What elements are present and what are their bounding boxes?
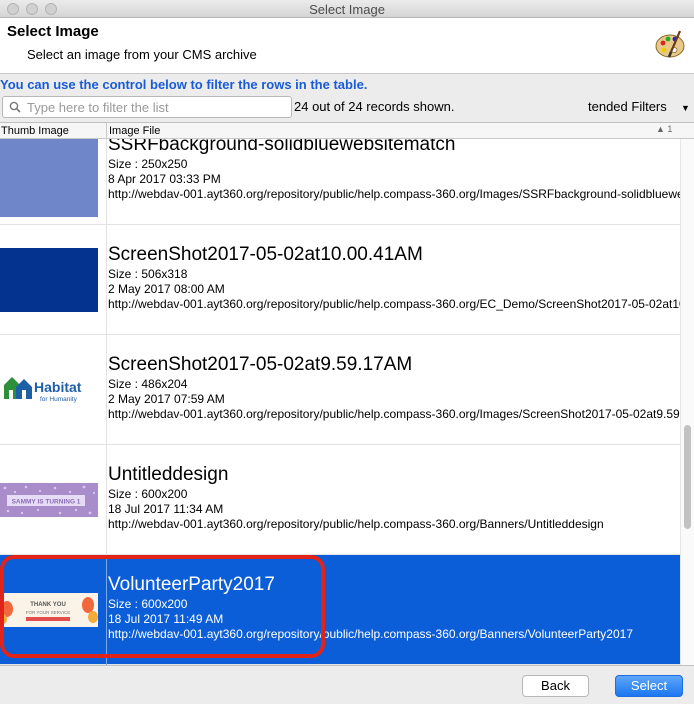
thumbnail-thank-you-banner: THANK YOU FOR YOUR SERVICE <box>0 593 98 627</box>
habitat-logo-subtext: for Humanity <box>40 396 78 403</box>
filter-input[interactable] <box>27 99 285 115</box>
table-row[interactable]: Habitat for Humanity ScreenShot2017-05-0… <box>0 335 680 445</box>
image-name: SSRFbackground-solidbluewebsitematch <box>108 139 456 155</box>
thumbnail-solid-blue <box>0 139 98 217</box>
table-row[interactable]: SSRFbackground-solidbluewebsitematch Siz… <box>0 139 680 225</box>
thumbnail-habitat-logo: Habitat for Humanity <box>0 369 98 409</box>
window-title: Select Image <box>309 2 385 17</box>
filter-field[interactable] <box>2 96 292 118</box>
column-header-thumb[interactable]: Thumb Image <box>1 125 69 137</box>
column-header-file[interactable]: Image File <box>109 125 160 137</box>
image-size: Size : 600x200 <box>108 597 188 611</box>
image-date: 8 Apr 2017 03:33 PM <box>108 172 221 186</box>
habitat-logo-icon: Habitat for Humanity <box>4 377 82 403</box>
dialog-subtitle: Select an image from your CMS archive <box>27 47 257 62</box>
table-row[interactable]: SAMMY IS TURNING 1 Untitleddesign Size :… <box>0 445 680 555</box>
filter-hint: You can use the control below to filter … <box>0 77 368 92</box>
search-icon <box>9 101 21 113</box>
image-date: 18 Jul 2017 11:34 AM <box>108 502 224 516</box>
image-name: VolunteerParty2017 <box>108 574 275 595</box>
image-url: http://webdav-001.ayt360.org/repository/… <box>108 627 633 641</box>
dialog-header: Select Image Select an image from your C… <box>0 18 694 74</box>
column-divider[interactable] <box>106 123 107 139</box>
table-header: Thumb Image Image File ▲ 1 <box>0 123 694 139</box>
image-name: ScreenShot2017-05-02at9.59.17AM <box>108 354 413 375</box>
image-size: Size : 600x200 <box>108 487 188 501</box>
sammy-banner-text: SAMMY IS TURNING 1 <box>12 499 81 506</box>
image-size: Size : 486x204 <box>108 377 188 391</box>
image-table: Thumb Image Image File ▲ 1 SSRFbackgroun… <box>0 122 694 666</box>
image-size: Size : 506x318 <box>108 267 188 281</box>
dialog-title: Select Image <box>7 23 99 40</box>
thank-you-text: THANK YOU <box>30 602 66 608</box>
scrollbar-thumb[interactable] <box>684 425 691 529</box>
extended-filters-menu[interactable]: tended Filters <box>588 99 667 114</box>
image-size: Size : 250x250 <box>108 157 188 171</box>
image-url: http://webdav-001.ayt360.org/repository/… <box>108 187 680 201</box>
image-name: ScreenShot2017-05-02at10.00.41AM <box>108 244 423 265</box>
image-date: 2 May 2017 08:00 AM <box>108 282 225 296</box>
table-scrollbar[interactable] <box>680 139 694 665</box>
window-titlebar: Select Image <box>0 0 694 18</box>
image-url: http://webdav-001.ayt360.org/repository/… <box>108 517 604 531</box>
record-count: 24 out of 24 records shown. <box>294 99 455 114</box>
table-body: SSRFbackground-solidbluewebsitematch Siz… <box>0 139 680 665</box>
table-row[interactable]: ScreenShot2017-05-02at10.00.41AM Size : … <box>0 225 680 335</box>
palette-icon <box>655 30 685 58</box>
back-button[interactable]: Back <box>522 675 589 697</box>
select-button[interactable]: Select <box>615 675 683 697</box>
image-date: 18 Jul 2017 11:49 AM <box>108 612 224 626</box>
image-date: 2 May 2017 07:59 AM <box>108 392 225 406</box>
thumbnail-sammy-banner: SAMMY IS TURNING 1 <box>0 483 98 517</box>
table-row-selected[interactable]: THANK YOU FOR YOUR SERVICE VolunteerPart… <box>0 555 680 665</box>
chevron-down-icon[interactable]: ▼ <box>681 103 690 113</box>
image-url: http://webdav-001.ayt360.org/repository/… <box>108 407 680 421</box>
image-url: http://webdav-001.ayt360.org/repository/… <box>108 297 680 311</box>
thumbnail-dark-blue <box>0 248 98 312</box>
image-name: Untitleddesign <box>108 464 229 485</box>
habitat-logo-text: Habitat <box>34 379 82 395</box>
thank-you-subtext: FOR YOUR SERVICE <box>26 610 71 615</box>
sort-ascending-icon: ▲ 1 <box>656 124 673 134</box>
